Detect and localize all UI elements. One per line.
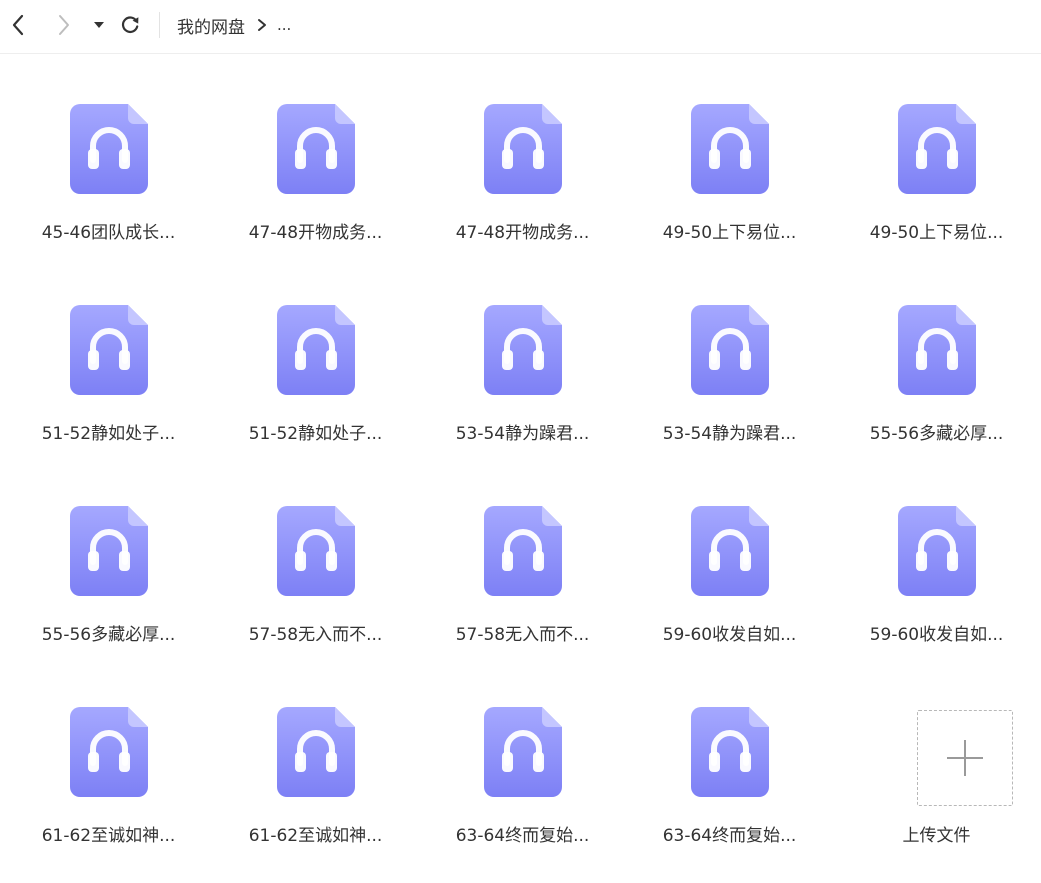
file-name: 63-64终而复始... <box>455 826 590 846</box>
file-name: 63-64终而复始... <box>662 826 797 846</box>
file-name: 53-54静为躁君... <box>662 424 797 444</box>
file-item[interactable]: 45-46团队成长... <box>5 90 212 280</box>
file-item[interactable]: 51-52静如处子... <box>212 291 419 481</box>
upload-label: 上传文件 <box>902 826 971 846</box>
audio-file-icon <box>277 305 355 395</box>
file-name: 53-54静为躁君... <box>455 424 590 444</box>
audio-file-icon <box>70 707 148 797</box>
breadcrumb-more[interactable]: ... <box>277 16 291 34</box>
audio-file-icon <box>70 506 148 596</box>
file-name: 49-50上下易位... <box>662 223 797 243</box>
forward-button[interactable] <box>50 10 78 40</box>
breadcrumb-separator <box>257 18 267 32</box>
toolbar-divider <box>159 12 160 38</box>
back-button[interactable] <box>4 10 32 40</box>
file-item[interactable]: 57-58无入而不... <box>419 492 626 682</box>
caret-down-icon <box>94 22 104 28</box>
file-item[interactable]: 61-62至诚如神... <box>5 693 212 883</box>
breadcrumb: 我的网盘 ... <box>177 12 291 38</box>
chevron-right-icon <box>59 15 69 35</box>
file-item[interactable]: 55-56多藏必厚... <box>5 492 212 682</box>
audio-file-icon <box>691 707 769 797</box>
file-item[interactable]: 61-62至诚如神... <box>212 693 419 883</box>
refresh-icon <box>121 16 139 33</box>
file-name: 61-62至诚如神... <box>248 826 383 846</box>
plus-icon <box>947 740 983 776</box>
audio-file-icon <box>484 506 562 596</box>
file-name: 57-58无入而不... <box>248 625 383 645</box>
file-name: 45-46团队成长... <box>41 223 176 243</box>
chevron-right-icon <box>258 19 266 31</box>
file-item[interactable]: 47-48开物成务... <box>419 90 626 280</box>
refresh-button[interactable] <box>116 10 144 40</box>
file-item[interactable]: 47-48开物成务... <box>212 90 419 280</box>
file-item[interactable]: 53-54静为躁君... <box>419 291 626 481</box>
audio-file-icon <box>277 506 355 596</box>
audio-file-icon <box>691 104 769 194</box>
file-item[interactable]: 59-60收发自如... <box>626 492 833 682</box>
file-item[interactable]: 63-64终而复始... <box>419 693 626 883</box>
audio-file-icon <box>691 305 769 395</box>
file-item[interactable]: 49-50上下易位... <box>833 90 1040 280</box>
file-name: 57-58无入而不... <box>455 625 590 645</box>
chevron-left-icon <box>12 14 24 36</box>
history-dropdown-button[interactable] <box>90 10 108 40</box>
file-name: 51-52静如处子... <box>248 424 383 444</box>
file-name: 47-48开物成务... <box>455 223 590 243</box>
file-name: 61-62至诚如神... <box>41 826 176 846</box>
file-item[interactable]: 49-50上下易位... <box>626 90 833 280</box>
audio-file-icon <box>898 104 976 194</box>
file-name: 55-56多藏必厚... <box>41 625 176 645</box>
file-name: 55-56多藏必厚... <box>869 424 1004 444</box>
audio-file-icon <box>70 305 148 395</box>
file-item[interactable]: 59-60收发自如... <box>833 492 1040 682</box>
file-name: 59-60收发自如... <box>869 625 1004 645</box>
file-item[interactable]: 63-64终而复始... <box>626 693 833 883</box>
file-item[interactable]: 57-58无入而不... <box>212 492 419 682</box>
file-name: 59-60收发自如... <box>662 625 797 645</box>
audio-file-icon <box>691 506 769 596</box>
file-item[interactable]: 51-52静如处子... <box>5 291 212 481</box>
file-name: 49-50上下易位... <box>869 223 1004 243</box>
toolbar: 我的网盘 ... <box>0 0 1041 54</box>
audio-file-icon <box>484 305 562 395</box>
file-name: 47-48开物成务... <box>248 223 383 243</box>
audio-file-icon <box>898 305 976 395</box>
audio-file-icon <box>898 506 976 596</box>
file-item[interactable]: 55-56多藏必厚... <box>833 291 1040 481</box>
file-name: 51-52静如处子... <box>41 424 176 444</box>
audio-file-icon <box>70 104 148 194</box>
upload-file-button[interactable]: 上传文件 <box>833 693 1040 883</box>
file-item[interactable]: 53-54静为躁君... <box>626 291 833 481</box>
audio-file-icon <box>484 707 562 797</box>
breadcrumb-home[interactable]: 我的网盘 <box>177 13 245 38</box>
audio-file-icon <box>484 104 562 194</box>
upload-dropzone[interactable] <box>917 710 1013 806</box>
audio-file-icon <box>277 707 355 797</box>
audio-file-icon <box>277 104 355 194</box>
